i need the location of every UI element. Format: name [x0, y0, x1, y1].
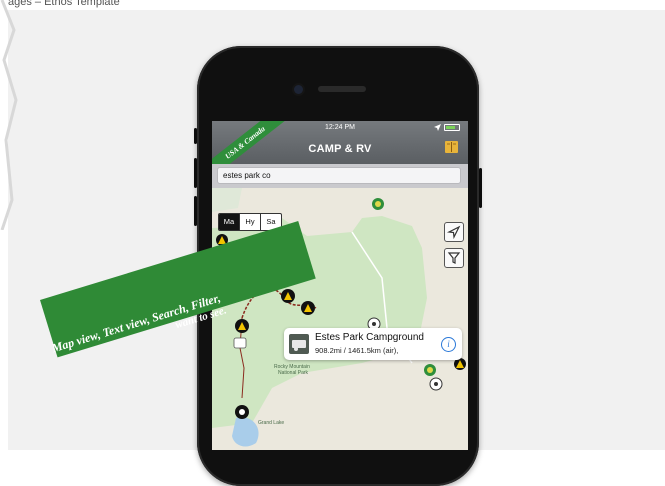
info-icon[interactable]: i	[441, 337, 456, 352]
callout-distance: 908.2mi / 1461.5km (air),	[315, 346, 399, 355]
campground-thumbnail	[289, 334, 309, 354]
front-camera	[294, 85, 303, 94]
filter-button[interactable]	[444, 248, 464, 268]
earpiece-speaker	[318, 86, 366, 92]
campsite-marker[interactable]	[429, 377, 443, 391]
campsite-marker[interactable]	[235, 405, 249, 419]
park-label-2: National Park	[278, 370, 309, 376]
campsite-marker[interactable]	[372, 198, 384, 210]
campground-callout[interactable]: Estes Park Campground 908.2mi / 1461.5km…	[284, 328, 462, 360]
book-icon[interactable]	[445, 141, 458, 153]
route-shield	[233, 337, 247, 349]
battery-icon	[444, 124, 460, 131]
locate-button[interactable]	[444, 222, 464, 242]
campsite-marker[interactable]	[235, 319, 249, 333]
map-type-hybrid[interactable]: Hy	[240, 214, 261, 230]
filter-icon	[447, 252, 461, 264]
phone-volume-down	[194, 196, 197, 226]
camper-icon	[292, 340, 306, 351]
status-icons	[434, 124, 460, 131]
phone-power-button	[479, 168, 482, 208]
map-view[interactable]: Rocky Mountain National Park Grand Lake …	[212, 188, 468, 450]
search-input[interactable]	[217, 167, 461, 184]
decorative-ornament	[0, 0, 18, 230]
map-type-map[interactable]: Ma	[219, 214, 240, 230]
location-status-icon	[434, 124, 441, 131]
phone-volume-up	[194, 158, 197, 188]
nav-bar: 12:24 PM CAMP & RV USA & Canada	[212, 121, 468, 183]
phone-side-button	[194, 128, 197, 144]
search-bar	[212, 164, 468, 188]
lake-label: Grand Lake	[258, 420, 284, 426]
callout-title: Estes Park Campground	[315, 332, 424, 343]
location-arrow-icon	[446, 225, 461, 240]
campsite-marker[interactable]	[301, 301, 315, 315]
campsite-marker[interactable]	[424, 364, 436, 376]
